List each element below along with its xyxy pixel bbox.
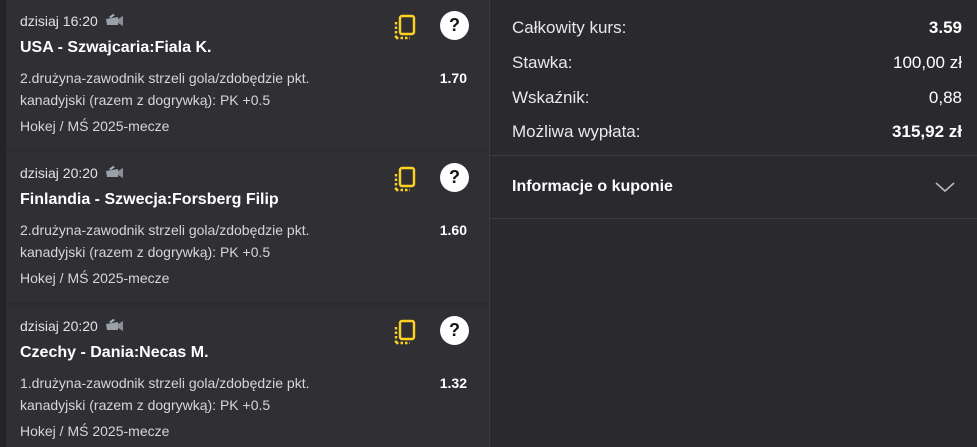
bet-item: dzisiaj 20:20 Czechy - Dania:Necas M. 1.… — [6, 305, 489, 447]
bet-event: Czechy - Dania:Necas M. — [20, 344, 209, 361]
help-icon[interactable]: ? — [440, 316, 469, 345]
bet-market: 1.drużyna-zawodnik strzeli gola/zdobędzi… — [20, 372, 400, 416]
bet-time-text: dzisiaj 20:20 — [20, 165, 98, 181]
total-odds-value: 3.59 — [928, 18, 962, 37]
ratio-value: 0,88 — [928, 88, 962, 107]
tv-stream-icon — [105, 166, 123, 178]
bet-event: USA - Szwajcaria:Fiala K. — [20, 39, 212, 56]
help-icon[interactable]: ? — [440, 163, 469, 192]
ratio-row: Wskaźnik: 0,88 — [512, 88, 962, 112]
stake-row: Stawka: 100,00 zł — [512, 53, 962, 77]
betslip-screen: dzisiaj 16:20 USA - Szwajcaria:Fiala K. … — [0, 0, 977, 447]
copy-icon[interactable] — [394, 166, 418, 192]
bet-item: dzisiaj 20:20 Finlandia - Szwecja:Forsbe… — [6, 152, 489, 302]
bet-market-line: 2.drużyna-zawodnik strzeli gola/zdobędzi… — [20, 70, 310, 86]
copy-icon[interactable] — [394, 14, 418, 40]
total-odds-label: Całkowity kurs: — [512, 18, 627, 37]
total-odds-row: Całkowity kurs: 3.59 — [512, 18, 962, 42]
coupon-info-divider — [490, 218, 977, 219]
bet-market: 2.drużyna-zawodnik strzeli gola/zdobędzi… — [20, 67, 400, 111]
bet-odds: 1.70 — [439, 70, 467, 86]
bet-time-text: dzisiaj 20:20 — [20, 318, 98, 334]
bet-market-line: kanadyjski (razem z dogrywką): PK +0.5 — [20, 397, 271, 413]
bet-league: Hokej / MŚ 2025-mecze — [20, 270, 170, 286]
payout-row: Możliwa wypłata: 315,92 zł — [512, 122, 962, 146]
tv-stream-icon — [105, 319, 123, 331]
bet-odds: 1.32 — [439, 375, 467, 391]
help-icon[interactable]: ? — [440, 11, 469, 40]
bet-market-line: 2.drużyna-zawodnik strzeli gola/zdobędzi… — [20, 222, 310, 238]
bet-event: Finlandia - Szwecja:Forsberg Filip — [20, 191, 279, 208]
bet-time-text: dzisiaj 16:20 — [20, 13, 98, 29]
bet-market-line: kanadyjski (razem z dogrywką): PK +0.5 — [20, 92, 271, 108]
coupon-info-label: Informacje o kuponie — [512, 178, 673, 195]
bet-time: dzisiaj 20:20 — [20, 318, 124, 334]
copy-icon[interactable] — [394, 319, 418, 345]
coupon-info-toggle[interactable]: Informacje o kuponie — [490, 156, 977, 218]
payout-label: Możliwa wypłata: — [512, 122, 641, 141]
bet-time: dzisiaj 20:20 — [20, 165, 124, 181]
bet-time: dzisiaj 16:20 — [20, 13, 124, 29]
chevron-down-icon — [935, 182, 955, 193]
bet-item: dzisiaj 16:20 USA - Szwajcaria:Fiala K. … — [6, 0, 489, 149]
bet-league: Hokej / MŚ 2025-mecze — [20, 118, 170, 134]
bet-odds: 1.60 — [439, 222, 467, 238]
stake-value: 100,00 zł — [893, 53, 962, 72]
bet-market-line: 1.drużyna-zawodnik strzeli gola/zdobędzi… — [20, 375, 310, 391]
ratio-label: Wskaźnik: — [512, 88, 590, 107]
tv-stream-icon — [105, 14, 123, 26]
bet-league: Hokej / MŚ 2025-mecze — [20, 423, 170, 439]
stake-label: Stawka: — [512, 53, 573, 72]
bet-market: 2.drużyna-zawodnik strzeli gola/zdobędzi… — [20, 219, 400, 263]
coupon-summary: Całkowity kurs: 3.59 Stawka: 100,00 zł W… — [490, 0, 977, 447]
bet-market-line: kanadyjski (razem z dogrywką): PK +0.5 — [20, 244, 271, 260]
payout-value: 315,92 zł — [892, 122, 962, 141]
